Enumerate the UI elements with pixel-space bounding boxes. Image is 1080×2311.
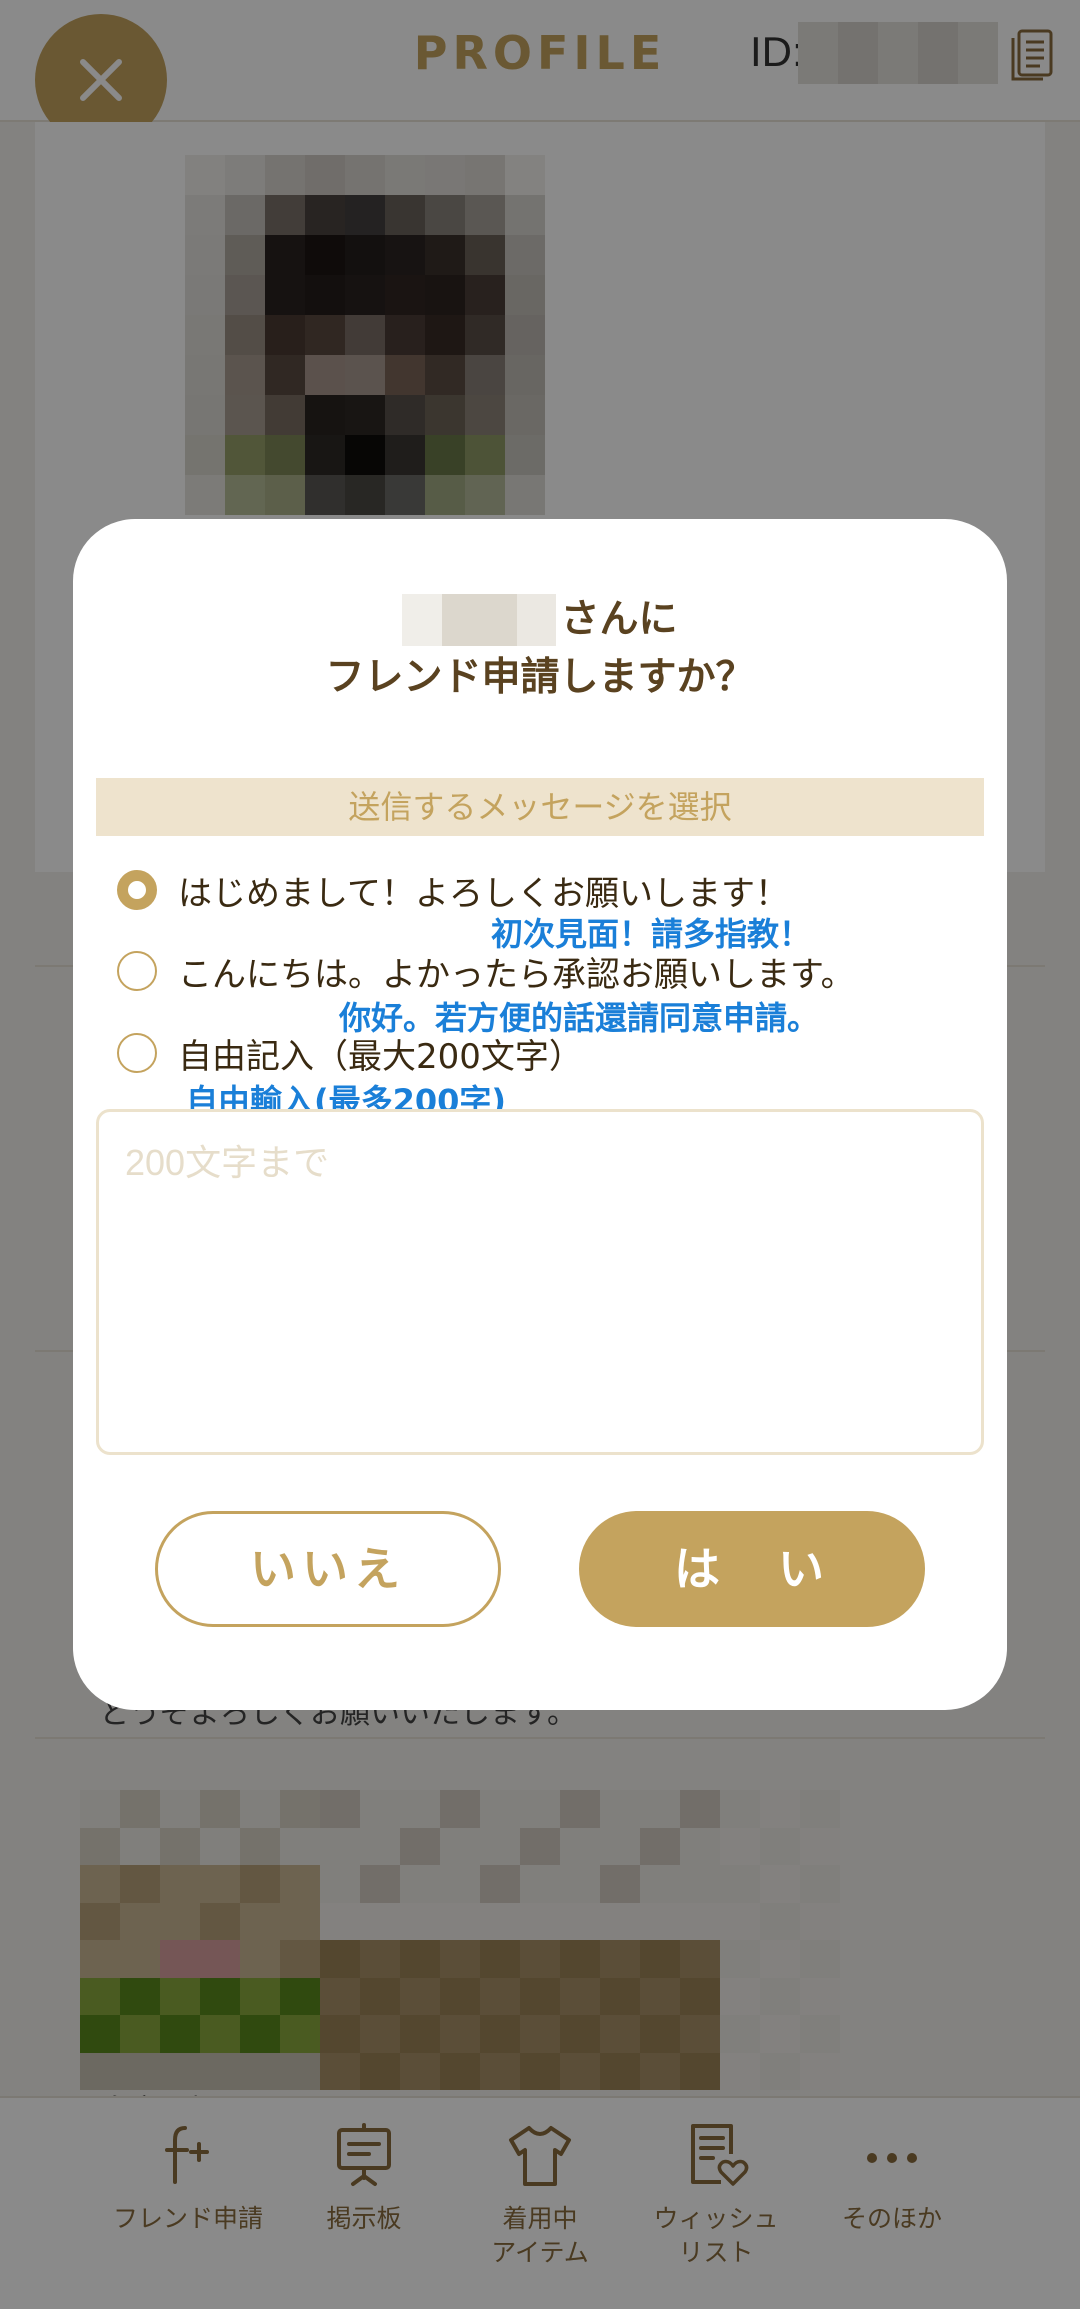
yes-button[interactable]: は い — [579, 1511, 925, 1627]
friend-request-dialog: さんに フレンド申請しますか？ 送信するメッセージを選択 はじめまして！よろしく… — [73, 519, 1007, 1710]
dialog-title-question: フレンド申請しますか？ — [325, 655, 755, 700]
option-label: はじめまして！よろしくお願いします！ — [178, 873, 789, 914]
radio-button[interactable] — [117, 951, 157, 991]
message-textarea[interactable] — [96, 1109, 984, 1455]
option-label: 自由記入（最大200文字） — [178, 1036, 583, 1077]
message-option-3[interactable]: 自由記入（最大200文字） — [117, 1023, 583, 1083]
dialog-title-suffix: さんに — [560, 597, 678, 642]
dialog-title: さんに フレンド申請しますか？ — [73, 591, 1007, 707]
radio-button-selected[interactable] — [117, 870, 157, 910]
option-label: こんにちは。よかったら承認お願いします。 — [178, 954, 855, 995]
message-section-label: 送信するメッセージを選択 — [96, 778, 984, 836]
username-masked — [402, 594, 557, 646]
message-option-2[interactable]: こんにちは。よかったら承認お願いします。 — [117, 941, 855, 1001]
no-button[interactable]: いいえ — [155, 1511, 501, 1627]
radio-button[interactable] — [117, 1033, 157, 1073]
